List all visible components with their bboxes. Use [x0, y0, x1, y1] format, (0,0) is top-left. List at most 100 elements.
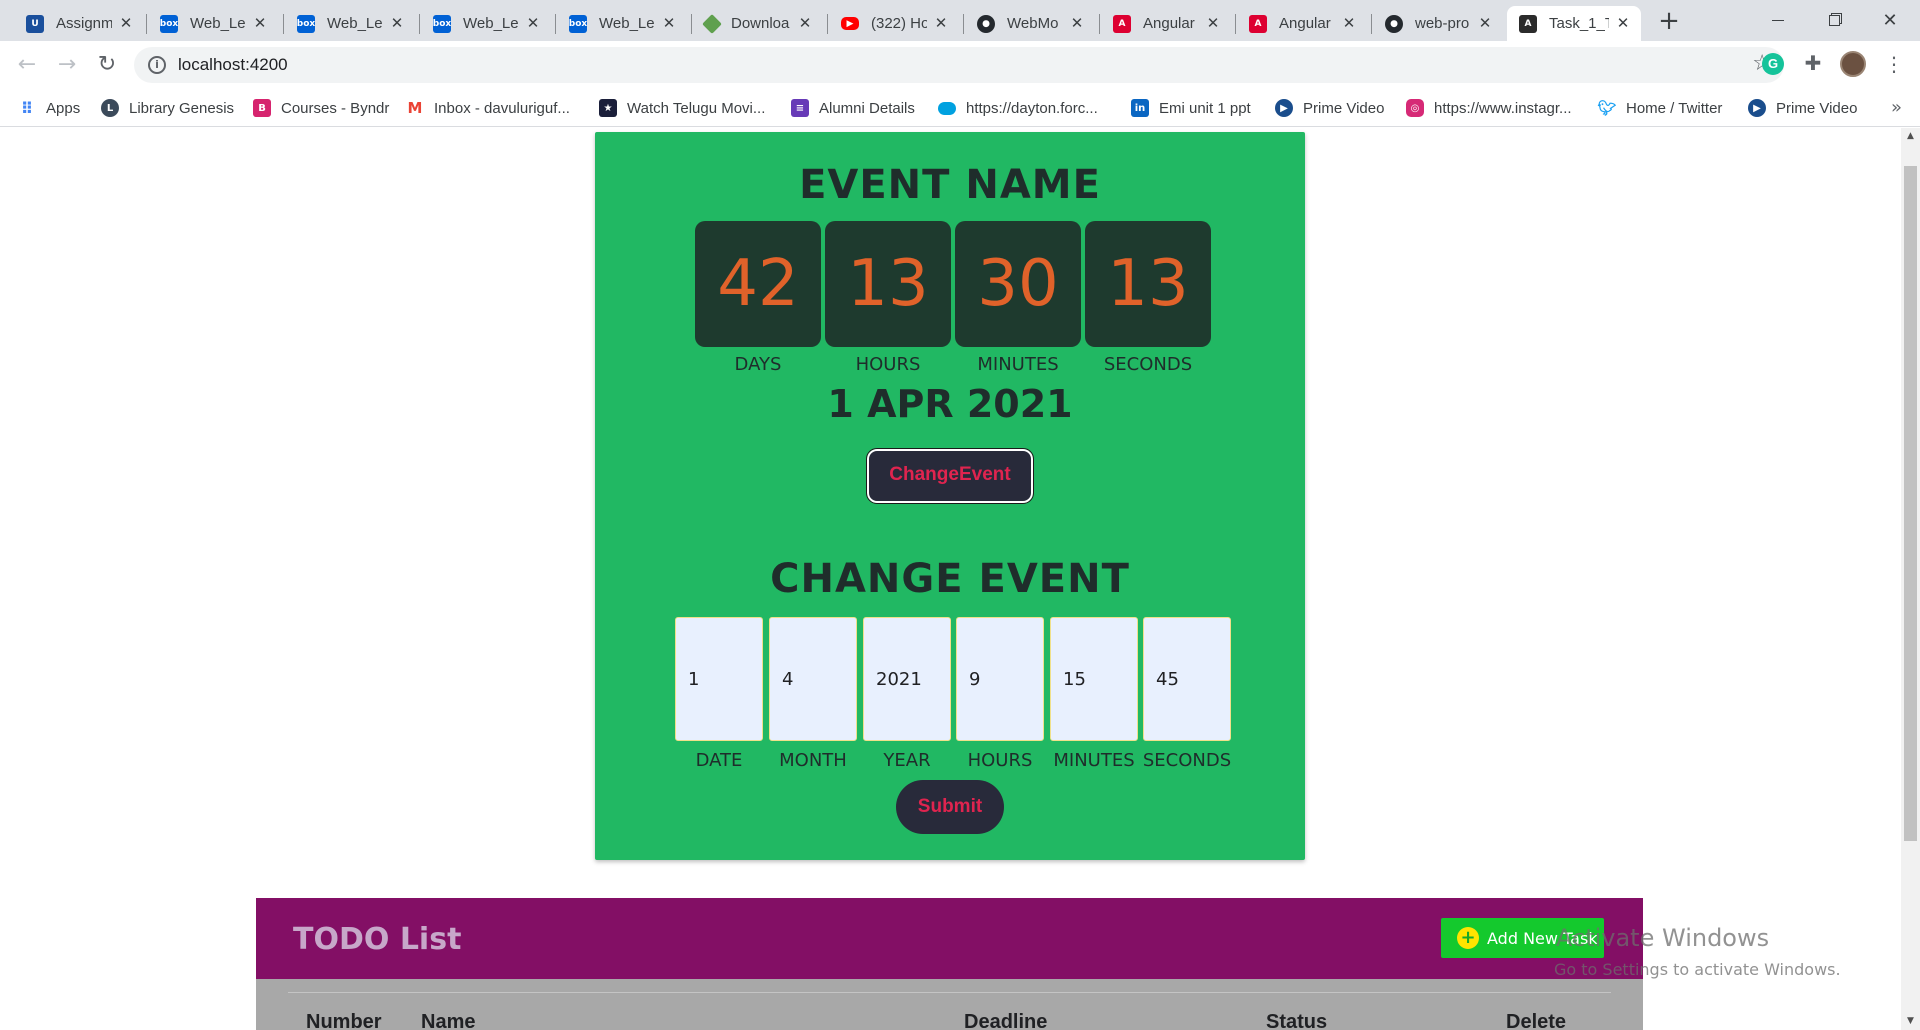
url-text[interactable]: localhost:4200	[178, 55, 288, 75]
scroll-down-icon[interactable]: ▼	[1901, 1013, 1920, 1030]
close-icon[interactable]: ✕	[1477, 15, 1493, 32]
month-input[interactable]	[769, 617, 857, 741]
close-icon[interactable]: ✕	[661, 15, 677, 32]
angular-favicon-icon: A	[1519, 14, 1537, 33]
countdown-card: EVENT NAME 42 13 30 13 DAYS HOURS MINUTE…	[595, 132, 1305, 860]
close-icon[interactable]: ✕	[389, 15, 405, 32]
box-favicon-icon: box	[297, 14, 315, 33]
umkc-favicon-icon: U	[26, 14, 44, 33]
year-label: YEAR	[883, 750, 931, 771]
month-label: MONTH	[779, 750, 847, 771]
forms-icon: ≡	[791, 99, 809, 117]
gmail-icon: M	[407, 99, 423, 117]
box-favicon-icon: box	[569, 14, 587, 33]
prime-video-icon: ▶	[1748, 99, 1766, 117]
angular-favicon-icon: A	[1249, 14, 1267, 33]
hours-input[interactable]	[956, 617, 1044, 741]
activate-windows-watermark: Activate Windows	[1556, 924, 1770, 952]
seconds-counter: 13	[1085, 221, 1211, 347]
browser-tab[interactable]: ● web-pro ✕	[1373, 6, 1503, 41]
bookmark-label: Prime Video	[1776, 99, 1858, 117]
close-icon[interactable]: ✕	[118, 15, 134, 32]
change-event-button[interactable]: ChangeEvent	[866, 448, 1034, 504]
bookmark-item[interactable]: ⠿ Apps	[18, 97, 80, 119]
bookmark-label: Prime Video	[1303, 99, 1385, 117]
nodejs-favicon-icon	[702, 13, 722, 34]
bookmark-item[interactable]: ◎ https://www.instagr...	[1406, 97, 1572, 119]
forward-button[interactable]: →	[53, 51, 81, 79]
year-input[interactable]	[863, 617, 951, 741]
bookmark-label: Watch Telugu Movi...	[627, 99, 766, 117]
scroll-up-icon[interactable]: ▲	[1901, 128, 1920, 145]
bookmark-label: Inbox - davuluriguf...	[434, 99, 570, 117]
minutes-input[interactable]	[1050, 617, 1138, 741]
browser-tab[interactable]: box Web_Les ✕	[421, 6, 551, 41]
address-bar[interactable]: i localhost:4200 ☆	[134, 47, 1784, 83]
bookmark-item[interactable]: 🐦︎ Home / Twitter	[1597, 97, 1722, 119]
hours-counter: 13	[825, 221, 951, 347]
date-input[interactable]	[675, 617, 763, 741]
prime-video-icon: ▶	[1275, 99, 1293, 117]
browser-tab[interactable]: Downloa ✕	[693, 6, 823, 41]
browser-tab[interactable]: U Assignm ✕	[14, 6, 144, 41]
seconds-input[interactable]	[1143, 617, 1231, 741]
extensions-puzzle-icon[interactable]: ✚	[1801, 51, 1825, 75]
minimize-button[interactable]	[1750, 0, 1806, 41]
close-icon[interactable]: ✕	[797, 15, 813, 32]
browser-tab[interactable]: box Web_Les ✕	[557, 6, 687, 41]
grammarly-icon[interactable]: G	[1762, 53, 1784, 75]
bookmark-label: Alumni Details	[819, 99, 915, 117]
tab-title: Assignm	[56, 15, 112, 32]
browser-tab[interactable]: box Web_Les ✕	[285, 6, 415, 41]
youtube-favicon-icon: ▶	[841, 17, 859, 30]
tab-title: Web_Les	[463, 15, 519, 32]
restore-button[interactable]	[1806, 0, 1862, 41]
bookmark-item[interactable]: M Inbox - davuluriguf...	[406, 97, 570, 119]
new-tab-button[interactable]: +	[1655, 8, 1683, 36]
bookmark-item[interactable]: https://dayton.forc...	[938, 97, 1098, 119]
bookmark-item[interactable]: ▶ Prime Video	[1748, 97, 1857, 119]
bookmark-item[interactable]: ≡ Alumni Details	[791, 97, 915, 119]
close-icon[interactable]: ✕	[252, 15, 268, 32]
scrollbar-thumb[interactable]	[1904, 166, 1917, 841]
close-icon[interactable]: ✕	[1341, 15, 1357, 32]
browser-tab[interactable]: box Web_Les ✕	[148, 6, 278, 41]
event-date: 1 APR 2021	[827, 382, 1073, 426]
avatar[interactable]	[1840, 51, 1866, 77]
page-scrollbar[interactable]: ▲ ▼	[1901, 128, 1920, 1030]
menu-kebab-icon[interactable]: ⋮	[1884, 51, 1904, 77]
browser-tab[interactable]: A Angular ✕	[1237, 6, 1367, 41]
browser-tab-active[interactable]: A Task_1_T ✕	[1507, 6, 1641, 41]
bookmark-item[interactable]: in Emi unit 1 ppt	[1131, 97, 1251, 119]
bookmark-item[interactable]: L Library Genesis	[101, 97, 234, 119]
bookmark-item[interactable]: ★ Watch Telugu Movi...	[599, 97, 765, 119]
todo-header: TODO List + Add New Task	[256, 898, 1643, 979]
close-icon[interactable]: ✕	[1205, 15, 1221, 32]
close-icon[interactable]: ✕	[1615, 15, 1631, 32]
close-window-button[interactable]: ✕	[1862, 0, 1918, 41]
close-icon[interactable]: ✕	[933, 15, 949, 32]
linkedin-icon: in	[1131, 99, 1149, 117]
submit-button[interactable]: Submit	[896, 780, 1004, 834]
github-favicon-icon: ●	[1385, 14, 1403, 33]
more-bookmarks-button[interactable]: »	[1891, 97, 1902, 118]
close-icon[interactable]: ✕	[525, 15, 541, 32]
bookmark-item[interactable]: B Courses - Byndr	[253, 97, 389, 119]
tab-title: Web_Les	[190, 15, 246, 32]
browser-tab[interactable]: ● WebMo ✕	[965, 6, 1095, 41]
reload-button[interactable]: ↻	[93, 51, 121, 79]
divider	[288, 992, 1611, 993]
bookmark-label: https://dayton.forc...	[966, 99, 1098, 117]
hours-label: HOURS	[967, 750, 1033, 771]
days-counter: 42	[695, 221, 821, 347]
browser-tab[interactable]: ▶ (322) Ho ✕	[829, 6, 959, 41]
minutes-label: MINUTES	[1053, 750, 1135, 771]
column-header-status: Status	[1266, 1011, 1328, 1030]
bookmark-item[interactable]: ▶ Prime Video	[1275, 97, 1384, 119]
close-icon[interactable]: ✕	[1069, 15, 1085, 32]
info-icon[interactable]: i	[148, 56, 166, 74]
browser-tab[interactable]: A Angular ✕	[1101, 6, 1231, 41]
tab-title: Web_Les	[327, 15, 383, 32]
back-button[interactable]: ←	[13, 51, 41, 79]
tab-title: Angular	[1143, 15, 1195, 32]
